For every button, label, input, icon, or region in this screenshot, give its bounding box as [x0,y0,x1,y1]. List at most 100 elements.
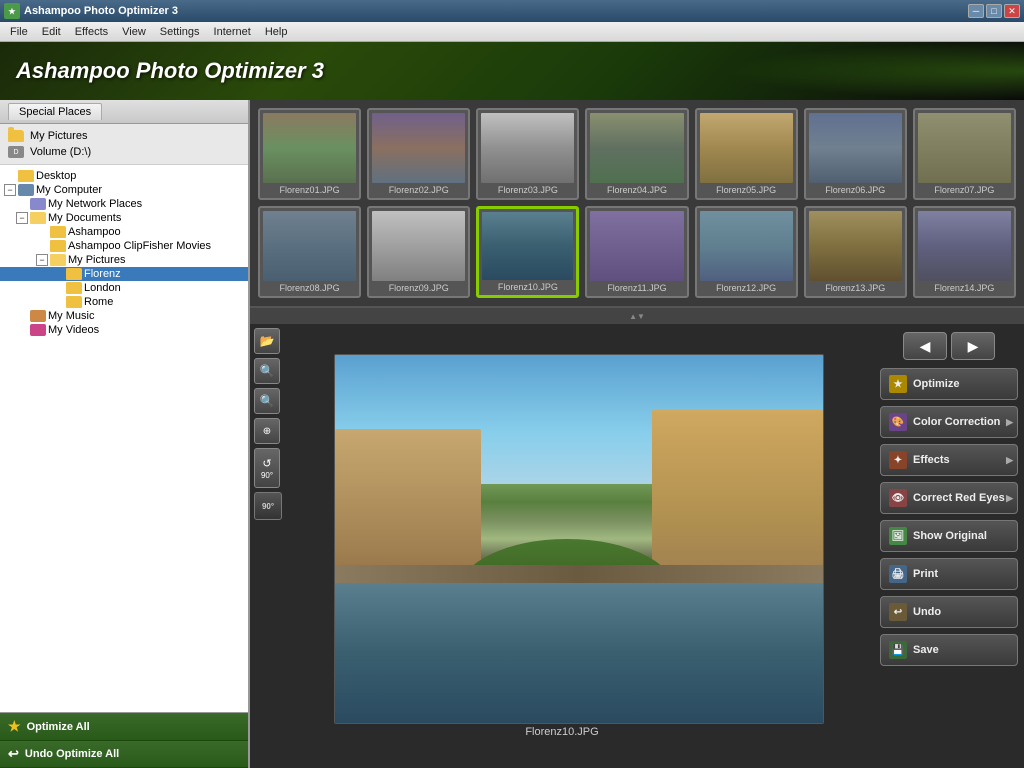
thumbnail-image [263,211,356,281]
tree-item-london[interactable]: London [0,281,248,295]
tree-item-computer[interactable]: − My Computer [0,183,248,197]
menu-effects[interactable]: Effects [69,24,114,40]
menu-settings[interactable]: Settings [154,24,206,40]
tree-item-clipfisher[interactable]: Ashampoo ClipFisher Movies [0,239,248,253]
effects-icon: ✦ [889,451,907,469]
correct-red-eyes-label: Correct Red Eyes [913,492,1005,504]
video-icon [30,324,46,336]
thumbnail-label: Florenz13.JPG [825,283,885,293]
menu-help[interactable]: Help [259,24,294,40]
tree-toggle-my-documents[interactable]: − [16,212,28,224]
zoom-fit-button[interactable]: ⊕ [254,418,280,444]
minimize-button[interactable]: ─ [968,4,984,18]
open-folder-button[interactable]: 📂 [254,328,280,354]
right-area: Florenz01.JPG Florenz02.JPG Florenz03.JP… [250,100,1024,768]
main-content: Special Places My Pictures D Volume (D:\… [0,100,1024,768]
tree-label-london: London [84,282,121,294]
color-correction-icon: 🎨 [889,413,907,431]
thumbnail-item-14[interactable]: Florenz14.JPG [913,206,1016,298]
thumbnail-item-10[interactable]: Florenz10.JPG [476,206,579,298]
thumbnail-item-5[interactable]: Florenz05.JPG [695,108,798,200]
thumbnail-item-7[interactable]: Florenz07.JPG [913,108,1016,200]
save-icon: 💾 [889,641,907,659]
window-controls: ─ □ ✕ [968,4,1020,18]
print-button[interactable]: 🖨 Print [880,558,1018,590]
tree-item-network[interactable]: My Network Places [0,197,248,211]
menu-internet[interactable]: Internet [208,24,257,40]
thumbnail-item-8[interactable]: Florenz08.JPG [258,206,361,298]
redeye-icon: 👁 [889,489,907,507]
tree-item-my-pictures-sub[interactable]: − My Pictures [0,253,248,267]
quick-volume-d[interactable]: D Volume (D:\) [0,144,248,160]
undo-button[interactable]: ↩ Undo [880,596,1018,628]
save-button[interactable]: 💾 Save [880,634,1018,666]
optimize-label: Optimize [913,378,959,390]
tree-toggle-computer[interactable]: − [4,184,16,196]
zoom-out-button[interactable]: 🔍 [254,388,280,414]
thumbnail-image [481,113,574,183]
thumbnail-item-13[interactable]: Florenz13.JPG [804,206,907,298]
thumbnail-item-9[interactable]: Florenz09.JPG [367,206,470,298]
divider-bar[interactable] [250,308,1024,324]
app-title: Ashampoo Photo Optimizer 3 [24,5,178,17]
tree-item-ashampoo[interactable]: Ashampoo [0,225,248,239]
thumbnail-item-2[interactable]: Florenz02.JPG [367,108,470,200]
thumbnail-label: Florenz10.JPG [498,282,558,292]
thumbnail-grid: Florenz01.JPG Florenz02.JPG Florenz03.JP… [250,100,1024,308]
tree-label-computer: My Computer [36,184,102,196]
tree-item-my-music[interactable]: My Music [0,309,248,323]
folder-icon [18,170,34,182]
thumbnail-item-11[interactable]: Florenz11.JPG [585,206,688,298]
thumbnail-label: Florenz07.JPG [934,185,994,195]
tree-item-rome[interactable]: Rome [0,295,248,309]
folder-icon [66,268,82,280]
thumbnail-label: Florenz11.JPG [607,283,666,293]
undo-optimize-all-button[interactable]: ↩ Undo Optimize All [0,741,248,768]
thumbnail-image [482,212,573,280]
left-panel: Special Places My Pictures D Volume (D:\… [0,100,250,768]
tree-item-florenz[interactable]: Florenz [0,267,248,281]
thumbnail-label: Florenz09.JPG [389,283,449,293]
star-icon: ★ [8,718,21,735]
file-tree: Desktop − My Computer My Network Places … [0,165,248,712]
effects-button[interactable]: ✦ Effects ▶ [880,444,1018,476]
optimize-button[interactable]: ★ Optimize [880,368,1018,400]
tree-label-my-videos: My Videos [48,324,99,336]
close-button[interactable]: ✕ [1004,4,1020,18]
menu-file[interactable]: File [4,24,34,40]
color-correction-button[interactable]: 🎨 Color Correction ▶ [880,406,1018,438]
thumbnail-item-1[interactable]: Florenz01.JPG [258,108,361,200]
computer-icon [18,184,34,196]
zoom-in-button[interactable]: 🔍 [254,358,280,384]
color-correction-arrow: ▶ [1006,417,1013,428]
print-icon: 🖨 [889,565,907,583]
thumbnail-item-4[interactable]: Florenz04.JPG [585,108,688,200]
next-button[interactable]: ▶ [951,332,995,360]
tree-item-my-documents[interactable]: − My Documents [0,211,248,225]
save-label: Save [913,644,939,656]
maximize-button[interactable]: □ [986,4,1002,18]
show-original-label: Show Original [913,530,987,542]
thumbnail-label: Florenz02.JPG [389,185,449,195]
thumbnail-item-6[interactable]: Florenz06.JPG [804,108,907,200]
menu-edit[interactable]: Edit [36,24,67,40]
tree-label-my-pictures-sub: My Pictures [68,254,125,266]
tree-toggle-my-pictures[interactable]: − [36,254,48,266]
correct-red-eyes-button[interactable]: 👁 Correct Red Eyes ▶ [880,482,1018,514]
folder-open-icon [50,254,66,266]
preview-image [334,354,824,724]
thumbnail-label: Florenz08.JPG [280,283,340,293]
special-places-tab: Special Places [0,100,248,124]
tree-item-desktop[interactable]: Desktop [0,169,248,183]
thumbnail-item-12[interactable]: Florenz12.JPG [695,206,798,298]
quick-my-pictures[interactable]: My Pictures [0,128,248,144]
tab-special-places[interactable]: Special Places [8,103,102,120]
prev-button[interactable]: ◀ [903,332,947,360]
rotate-button[interactable]: ↺ 90° [254,448,280,488]
menu-view[interactable]: View [116,24,152,40]
show-original-button[interactable]: 🖼 Show Original [880,520,1018,552]
thumbnail-label: Florenz03.JPG [498,185,558,195]
thumbnail-item-3[interactable]: Florenz03.JPG [476,108,579,200]
tree-item-my-videos[interactable]: My Videos [0,323,248,337]
optimize-all-button[interactable]: ★ Optimize All [0,713,248,741]
